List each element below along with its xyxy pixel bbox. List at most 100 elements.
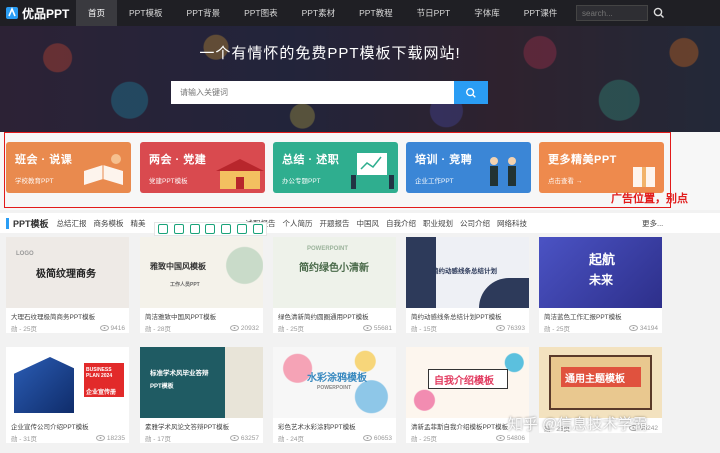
category-item[interactable]: 个人简历 (283, 218, 313, 229)
ad-card-subtitle: 办公专题PPT (282, 178, 321, 185)
card-thumbnail: 自我介绍模板 (406, 347, 529, 418)
card-thumbnail: 标准学术风毕业答辩 PPT模板 (140, 347, 263, 418)
template-card[interactable]: 雅致中国风模板 工作人员PPT 简洁雅致中国风PPT模板 勋 - 28页 2093… (140, 237, 263, 333)
thumb-title: 简约绿色小清新 (299, 263, 369, 274)
ad-card-title: 总结 · 述职 (282, 154, 340, 166)
card-meta: 勋 - 25页 (278, 326, 305, 333)
category-item[interactable]: 公司介绍 (460, 218, 490, 229)
site-logo[interactable]: 优品PPT (0, 5, 76, 22)
category-item[interactable]: 总结汇报 (57, 218, 87, 229)
copy-tool-icon[interactable] (173, 224, 184, 234)
ad-card-more-ppt[interactable]: 更多精美PPT 点击查看 → (539, 142, 664, 193)
card-views: 9416 (99, 323, 125, 333)
thumb-title: 水彩涂鸦模板 (307, 373, 367, 384)
category-item[interactable]: 自我介绍 (386, 218, 416, 229)
image-tool-icon[interactable] (221, 224, 232, 234)
nav-ppt-materials[interactable]: PPT素材 (290, 0, 348, 26)
nav-ppt-templates[interactable]: PPT模板 (117, 0, 175, 26)
watermark: 知乎 @信息技术学霸 (508, 416, 648, 433)
eye-icon (495, 325, 505, 331)
nav-home[interactable]: 首页 (76, 0, 118, 26)
ad-card-training[interactable]: 培训 · 竞聘 企业工作PPT (406, 142, 531, 193)
category-item[interactable]: 开题报告 (320, 218, 350, 229)
category-more-link[interactable]: 更多... (642, 218, 663, 229)
nav-ppt-tutorials[interactable]: PPT教程 (347, 0, 405, 26)
thumb-subtitle: POWERPOINT (307, 246, 349, 252)
nav-ppt-charts[interactable]: PPT图表 (232, 0, 290, 26)
logo-text: 优品PPT (22, 6, 70, 21)
eye-icon (229, 325, 239, 331)
category-item[interactable]: 网络科技 (497, 218, 527, 229)
thumb-title: 标准学术风毕业答辩 (150, 370, 209, 377)
card-thumbnail: 通用主题模板 (539, 347, 662, 418)
eye-icon (362, 325, 372, 331)
edit-tool-icon[interactable] (237, 224, 248, 234)
card-title: 简洁蓝色工作汇报PPT模板 (544, 314, 622, 321)
thumb-subtitle: 工作人员PPT (170, 282, 200, 288)
ad-card-summary-report[interactable]: 总结 · 述职 办公专题PPT (273, 142, 398, 193)
thumb-title: BUSINESS PLAN 2024 (86, 367, 113, 379)
card-title: 大理石纹理极简商务PPT模板 (11, 314, 96, 321)
card-title: 简约动感线条总结计划PPT模板 (411, 314, 502, 321)
nav-links: 首页 PPT模板 PPT背景 PPT图表 PPT素材 PPT教程 节日PPT 字… (76, 0, 569, 26)
ad-card-subtitle: 点击查看 → (548, 178, 583, 185)
thumb-title: 雅致中国风模板 (150, 262, 206, 271)
template-card[interactable]: BUSINESS PLAN 2024 企业宣传册 企业宣传公司介绍PPT模板 勋… (6, 347, 129, 443)
category-bar: PPT模板 总结汇报 商务模板 精美 述职报告 个人简历 开题报告 中国风 自我… (0, 213, 720, 233)
open-book-illustration (84, 154, 123, 185)
hero-search-button[interactable] (454, 81, 488, 104)
thumb-logo: LOGO (16, 251, 34, 257)
card-title: 彩色艺术水彩涂鸦PPT模板 (278, 424, 356, 431)
eye-icon (495, 435, 505, 441)
card-meta: 勋 - 25页 (544, 326, 571, 333)
thumb-subtitle: POWERPOINT (317, 385, 352, 391)
expand-tool-icon[interactable] (189, 224, 200, 234)
card-thumbnail: 简约动感线条总结计划 (406, 237, 529, 308)
card-views: 55681 (362, 323, 392, 333)
thumb-subtitle: 企业宣传册 (86, 390, 117, 396)
category-item[interactable]: 商务模板 (94, 218, 124, 229)
card-thumbnail: 起航 未来 (539, 237, 662, 308)
settings-tool-icon[interactable] (252, 224, 263, 234)
template-card[interactable]: 起航 未来 简洁蓝色工作汇报PPT模板 勋 - 25页 34194 (539, 237, 662, 333)
category-title: PPT模板 (13, 218, 49, 229)
search-tool-icon[interactable] (157, 224, 168, 234)
eye-icon (362, 435, 372, 441)
card-title: 企业宣传公司介绍PPT模板 (11, 424, 89, 431)
template-card[interactable]: 标准学术风毕业答辩 PPT模板 素雅学术风论文答辩PPT模板 勋 - 17页 63… (140, 347, 263, 443)
nav-search-input[interactable] (576, 5, 648, 21)
card-views: 76393 (495, 323, 525, 333)
thumb-subtitle: 未来 (589, 273, 614, 287)
category-item[interactable]: 职业规划 (423, 218, 453, 229)
ad-card-class-meeting[interactable]: 班会 · 说课 学校教育PPT (6, 142, 131, 193)
eye-icon (229, 435, 239, 441)
card-views: 63257 (229, 433, 259, 443)
card-meta: 勋 - 15页 (411, 326, 438, 333)
ad-card-subtitle: 企业工作PPT (415, 178, 454, 185)
hero-banner: 一个有情怀的免费PPT模板下载网站! (0, 26, 720, 132)
template-card[interactable]: 简约动感线条总结计划 简约动感线条总结计划PPT模板 勋 - 15页 76393 (406, 237, 529, 333)
nav-fonts[interactable]: 字体库 (462, 0, 512, 26)
card-title: 绿色清新简约圆圈通用PPT模板 (278, 314, 369, 321)
floating-toolbar (154, 222, 267, 236)
nav-ppt-courseware[interactable]: PPT课件 (512, 0, 570, 26)
ad-card-party-building[interactable]: 两会 · 党建 党建PPT模板 (140, 142, 265, 193)
category-item[interactable]: 中国风 (357, 218, 380, 229)
template-card[interactable]: LOGO 极简纹理商务 大理石纹理极简商务PPT模板 勋 - 25页 9416 (6, 237, 129, 333)
card-meta: 勋 - 17页 (145, 436, 172, 443)
hero-search-input[interactable] (171, 81, 454, 104)
business-people-illustration (490, 157, 516, 186)
card-thumbnail: LOGO 极简纹理商务 (6, 237, 129, 308)
card-thumbnail: 水彩涂鸦模板 POWERPOINT (273, 347, 396, 418)
card-meta: 勋 - 24页 (278, 436, 305, 443)
ad-card-subtitle: 学校教育PPT (15, 178, 54, 185)
nav-ppt-backgrounds[interactable]: PPT背景 (175, 0, 233, 26)
crop-tool-icon[interactable] (205, 224, 216, 234)
template-card[interactable]: 水彩涂鸦模板 POWERPOINT 彩色艺术水彩涂鸦PPT模板 勋 - 24页 6… (273, 347, 396, 443)
thumb-title: 通用主题模板 (565, 374, 625, 385)
ad-card-title: 班会 · 说课 (15, 154, 73, 166)
category-item[interactable]: 精美 (131, 218, 146, 229)
nav-holiday-ppt[interactable]: 节日PPT (405, 0, 463, 26)
search-icon[interactable] (652, 6, 666, 20)
template-card[interactable]: POWERPOINT 简约绿色小清新 绿色清新简约圆圈通用PPT模板 勋 - 2… (273, 237, 396, 333)
